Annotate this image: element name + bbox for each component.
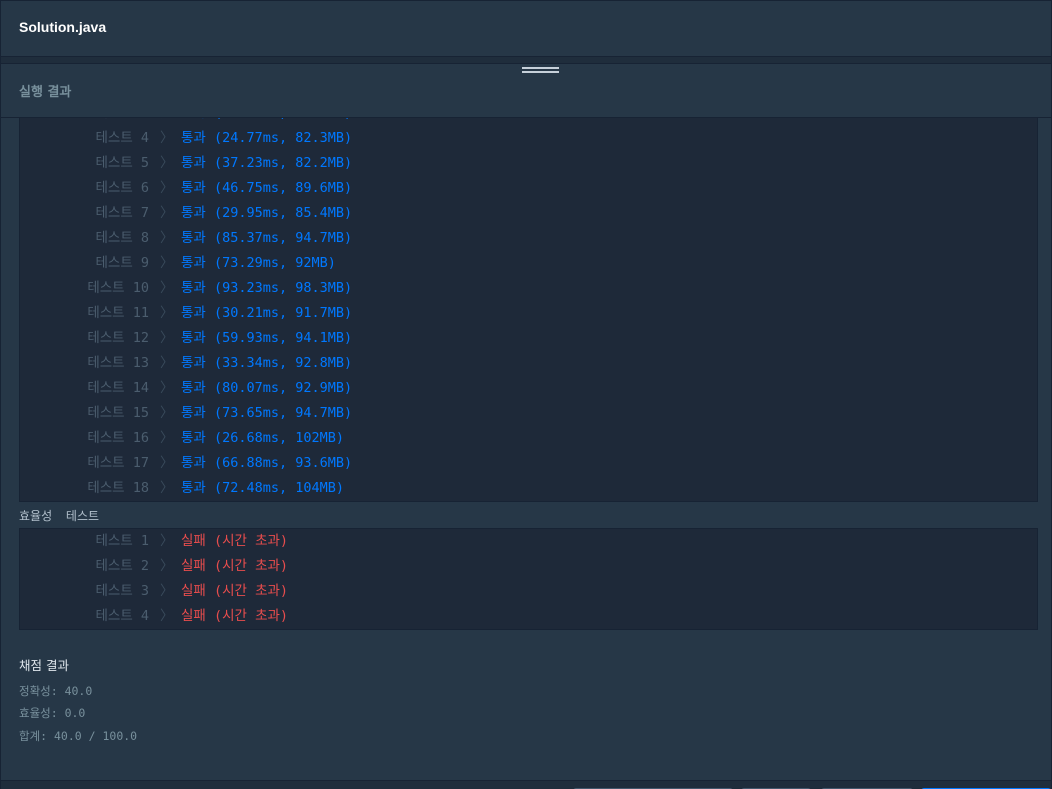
test-case-label: 테스트 14 bbox=[87, 380, 149, 396]
test-case-row: 테스트 4 〉 통과 (24.77ms, 82.3MB) bbox=[20, 126, 1037, 151]
test-case-label: 테스트 4 bbox=[95, 130, 149, 146]
drag-handle-icon[interactable] bbox=[522, 67, 559, 77]
chevron-right-icon: 〉 bbox=[160, 180, 174, 196]
chevron-right-icon: 〉 bbox=[160, 155, 174, 171]
test-case-row: 테스트 6 〉 통과 (46.75ms, 89.6MB) bbox=[20, 176, 1037, 201]
test-case-row: 테스트 7 〉 통과 (29.95ms, 85.4MB) bbox=[20, 201, 1037, 226]
test-case-row: 테스트 14 〉 통과 (80.07ms, 92.9MB) bbox=[20, 376, 1037, 401]
efficiency-test-list: 테스트 1 〉 실패 (시간 초과) 테스트 2 〉 실패 (시간 초과) 테스트 3 〉 실패… bbox=[19, 528, 1038, 630]
correctness-test-list: 테스트 3 〉 통과 (40.52ms, 85.1MB) 테스트 4 〉 통과 (24.7… bbox=[19, 118, 1038, 502]
chevron-right-icon: 〉 bbox=[160, 355, 174, 371]
chevron-right-icon: 〉 bbox=[160, 608, 174, 624]
test-case-label: 테스트 7 bbox=[95, 205, 149, 221]
chevron-right-icon: 〉 bbox=[160, 130, 174, 146]
test-case-label: 테스트 6 bbox=[95, 180, 149, 196]
efficiency-section-title: 효율성 테스트 bbox=[19, 509, 100, 523]
test-case-result: 통과 (37.23ms, 82.2MB) bbox=[181, 155, 353, 171]
chevron-right-icon: 〉 bbox=[160, 533, 174, 549]
test-case-row: 테스트 5 〉 통과 (37.23ms, 82.2MB) bbox=[20, 151, 1037, 176]
chevron-right-icon: 〉 bbox=[160, 430, 174, 446]
test-case-label: 테스트 17 bbox=[87, 455, 149, 471]
chevron-right-icon: 〉 bbox=[160, 405, 174, 421]
test-case-result: 통과 (40.52ms, 85.1MB) bbox=[181, 118, 352, 126]
test-case-row: 테스트 17 〉 통과 (66.88ms, 93.6MB) bbox=[20, 451, 1037, 476]
scoring-title: 채점 결과 bbox=[19, 658, 69, 673]
chevron-right-icon: 〉 bbox=[160, 205, 174, 221]
test-case-result: 통과 (30.21ms, 91.7MB) bbox=[181, 305, 353, 321]
test-case-result: 통과 (93.23ms, 98.3MB) bbox=[181, 280, 353, 296]
chevron-right-icon: 〉 bbox=[160, 558, 174, 574]
test-case-row: 테스트 12 〉 통과 (59.93ms, 94.1MB) bbox=[20, 326, 1037, 351]
test-case-result: 실패 (시간 초과) bbox=[181, 533, 289, 549]
total-score: 합계: 40.0 / 100.0 bbox=[19, 729, 138, 743]
test-case-row: 테스트 2 〉 실패 (시간 초과) bbox=[20, 554, 1037, 579]
chevron-right-icon: 〉 bbox=[160, 583, 174, 599]
test-case-label: 테스트 18 bbox=[87, 480, 149, 496]
chevron-right-icon: 〉 bbox=[160, 380, 174, 396]
chevron-right-icon: 〉 bbox=[160, 305, 174, 321]
test-case-result: 실패 (시간 초과) bbox=[181, 583, 289, 599]
test-case-result: 통과 (24.77ms, 82.3MB) bbox=[181, 130, 353, 146]
test-case-row: 테스트 9 〉 통과 (73.29ms, 92MB) bbox=[20, 251, 1037, 276]
test-case-result: 실패 (시간 초과) bbox=[181, 558, 289, 574]
file-tab-solution-java[interactable]: Solution.java bbox=[19, 19, 106, 35]
test-case-label: 테스트 10 bbox=[87, 280, 149, 296]
chevron-right-icon: 〉 bbox=[160, 480, 174, 496]
result-panel-title: 실행 결과 bbox=[19, 85, 72, 100]
result-output[interactable]: 테스트 3 〉 통과 (40.52ms, 85.1MB) 테스트 4 〉 통과 (24.7… bbox=[1, 118, 1051, 780]
test-case-label: 테스트 8 bbox=[95, 230, 149, 246]
test-case-result: 통과 (46.75ms, 89.6MB) bbox=[181, 180, 353, 196]
test-case-row: 테스트 15 〉 통과 (73.65ms, 94.7MB) bbox=[20, 401, 1037, 426]
test-case-label: 테스트 16 bbox=[87, 430, 149, 446]
test-case-result: 통과 (33.34ms, 92.8MB) bbox=[181, 355, 353, 371]
chevron-right-icon: 〉 bbox=[160, 255, 174, 271]
chevron-right-icon: 〉 bbox=[160, 230, 174, 246]
test-case-label: 테스트 1 bbox=[95, 533, 149, 549]
test-case-result: 통과 (59.93ms, 94.1MB) bbox=[181, 330, 353, 346]
test-case-result: 통과 (26.68ms, 102MB) bbox=[181, 430, 345, 446]
test-case-result: 통과 (80.07ms, 92.9MB) bbox=[181, 380, 353, 396]
test-case-row: 테스트 1 〉 실패 (시간 초과) bbox=[20, 529, 1037, 554]
result-panel-header: 실행 결과 bbox=[1, 63, 1051, 118]
test-case-result: 실패 (시간 초과) bbox=[181, 608, 289, 624]
chevron-right-icon: 〉 bbox=[160, 118, 174, 126]
test-case-result: 통과 (73.29ms, 92MB) bbox=[181, 255, 336, 271]
test-case-result: 통과 (85.37ms, 94.7MB) bbox=[181, 230, 353, 246]
bottom-toolbar bbox=[1, 780, 1051, 789]
test-case-label: 테스트 9 bbox=[95, 255, 149, 271]
test-case-row: 테스트 18 〉 통과 (72.48ms, 104MB) bbox=[20, 476, 1037, 501]
test-case-row: 테스트 4 〉 실패 (시간 초과) bbox=[20, 604, 1037, 629]
test-case-result: 통과 (29.95ms, 85.4MB) bbox=[181, 205, 353, 221]
test-case-label: 테스트 3 bbox=[95, 583, 149, 599]
test-case-result: 통과 (72.48ms, 104MB) bbox=[181, 480, 345, 496]
test-case-row: 테스트 3 〉 통과 (40.52ms, 85.1MB) bbox=[20, 118, 1037, 126]
test-case-row: 테스트 8 〉 통과 (85.37ms, 94.7MB) bbox=[20, 226, 1037, 251]
test-case-row: 테스트 13 〉 통과 (33.34ms, 92.8MB) bbox=[20, 351, 1037, 376]
test-case-label: 테스트 3 bbox=[95, 118, 149, 126]
test-case-label: 테스트 13 bbox=[87, 355, 149, 371]
chevron-right-icon: 〉 bbox=[160, 455, 174, 471]
test-case-label: 테스트 15 bbox=[87, 405, 149, 421]
test-case-result: 통과 (73.65ms, 94.7MB) bbox=[181, 405, 353, 421]
test-case-result: 통과 (66.88ms, 93.6MB) bbox=[181, 455, 353, 471]
test-case-label: 테스트 5 bbox=[95, 155, 149, 171]
test-case-row: 테스트 3 〉 실패 (시간 초과) bbox=[20, 579, 1037, 604]
test-case-row: 테스트 16 〉 통과 (26.68ms, 102MB) bbox=[20, 426, 1037, 451]
test-case-label: 테스트 2 bbox=[95, 558, 149, 574]
editor-tab-bar: Solution.java bbox=[1, 1, 1051, 57]
accuracy-score: 정확성: 40.0 bbox=[19, 684, 93, 698]
chevron-right-icon: 〉 bbox=[160, 330, 174, 346]
test-case-label: 테스트 12 bbox=[87, 330, 149, 346]
test-case-row: 테스트 10 〉 통과 (93.23ms, 98.3MB) bbox=[20, 276, 1037, 301]
test-case-label: 테스트 11 bbox=[87, 305, 149, 321]
efficiency-score: 효율성: 0.0 bbox=[19, 706, 86, 720]
test-case-row: 테스트 11 〉 통과 (30.21ms, 91.7MB) bbox=[20, 301, 1037, 326]
test-case-label: 테스트 4 bbox=[95, 608, 149, 624]
app-window: Solution.java 실행 결과 테스트 3 〉 통과 (40.52ms, 8… bbox=[0, 0, 1052, 789]
chevron-right-icon: 〉 bbox=[160, 280, 174, 296]
